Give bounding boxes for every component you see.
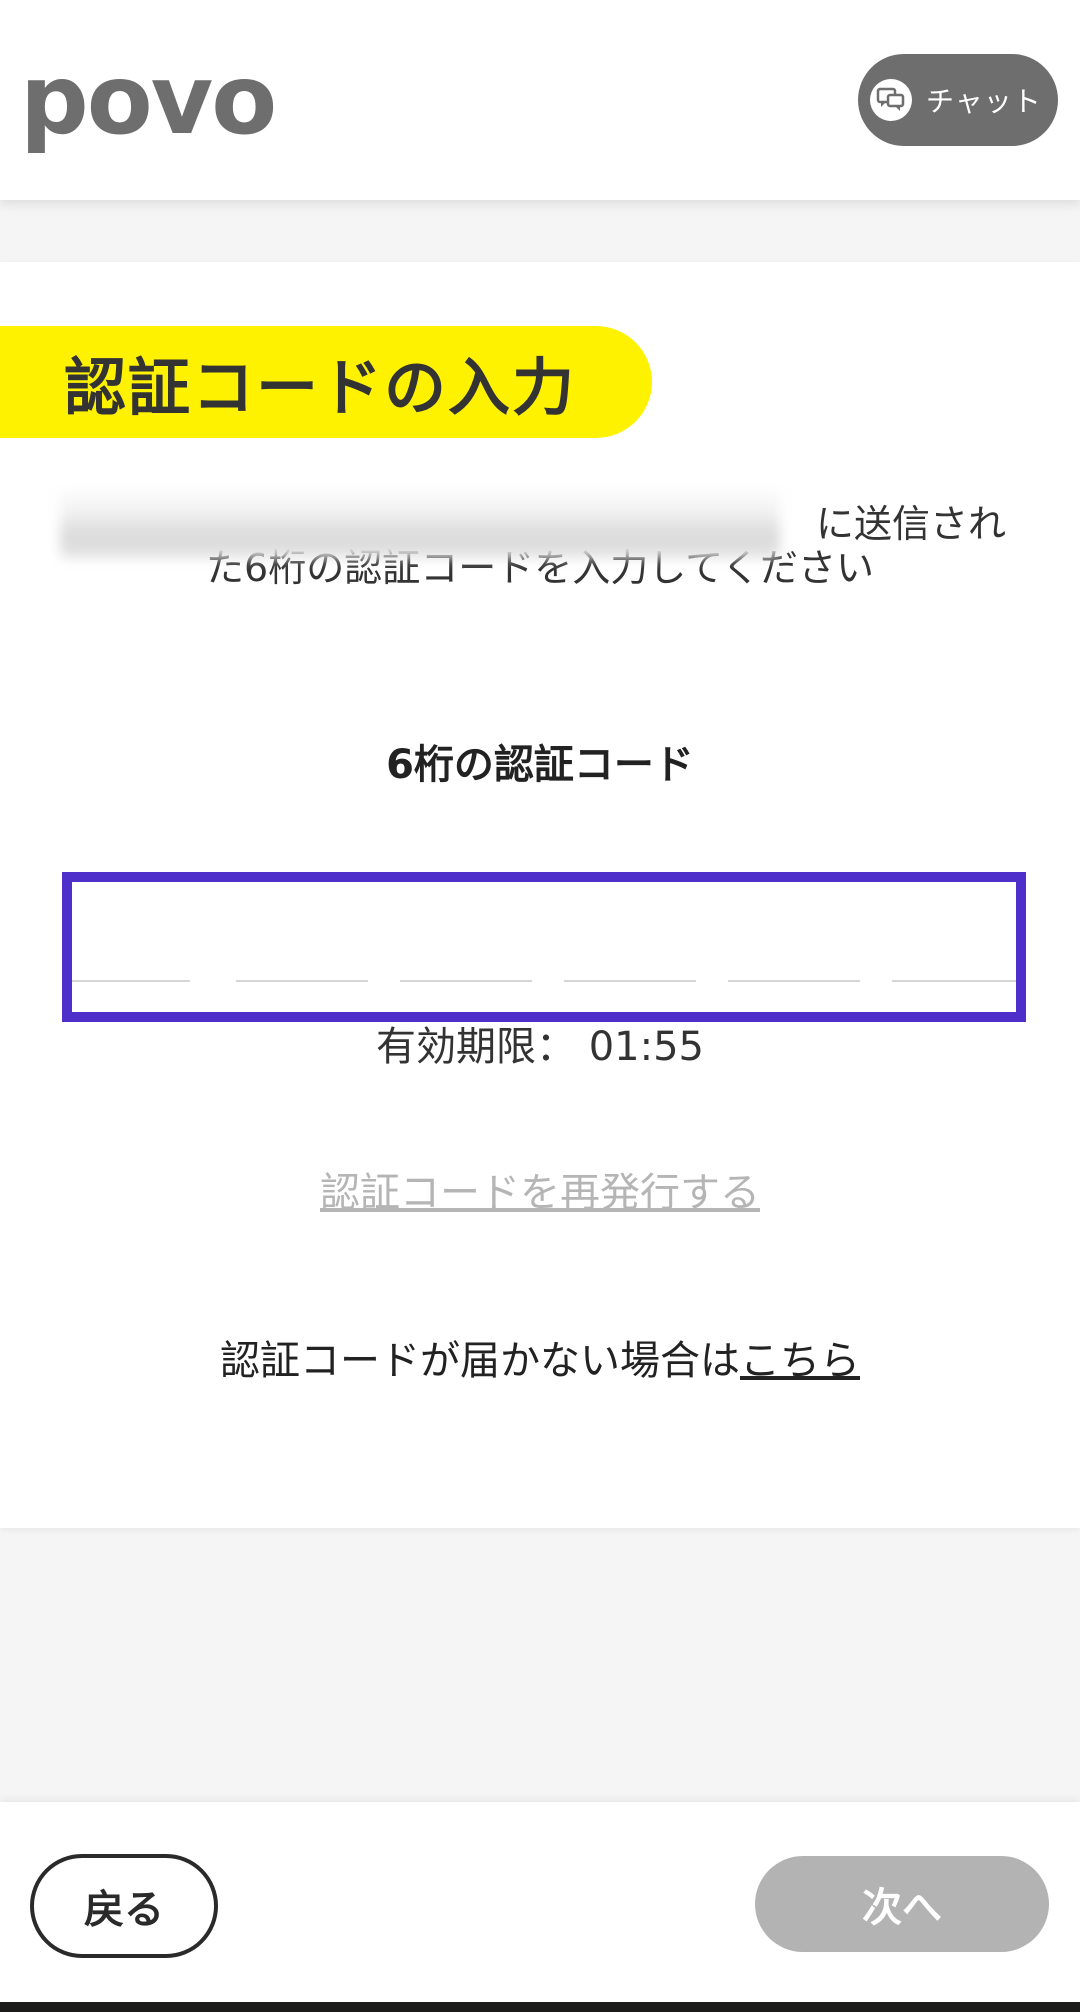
code-digit-2[interactable]	[236, 930, 368, 982]
povo-logo[interactable]: povo	[20, 50, 277, 150]
expiry-time: 01:55	[588, 1024, 704, 1070]
chat-button-label: チャット	[926, 85, 1042, 118]
expiry-timer: 有効期限： 01:55	[0, 1014, 1080, 1072]
code-digit-3[interactable]	[400, 930, 532, 982]
code-digit-5[interactable]	[728, 930, 860, 982]
system-navigation-bar	[0, 2002, 1080, 2012]
page-title: 認証コードの入力	[64, 351, 577, 424]
title-banner: 認証コードの入力	[0, 326, 652, 438]
code-digit-1[interactable]	[72, 930, 190, 982]
code-digit-4[interactable]	[564, 930, 696, 982]
back-button[interactable]: 戻る	[30, 1854, 218, 1958]
app-header: povo チャット	[0, 0, 1080, 200]
redacted-email-blur	[60, 484, 780, 558]
chat-bubble-icon	[870, 79, 912, 121]
next-button[interactable]: 次へ	[755, 1856, 1049, 1952]
verification-card: 認証コードの入力 に送信され た6桁の認証コードを入力してください 6桁の認証コ…	[0, 262, 1080, 1528]
help-text: 認証コードが届かない場合はこちら	[0, 1328, 1080, 1386]
help-link[interactable]: こちら	[740, 1338, 860, 1384]
footer-bar: 戻る 次へ	[0, 1802, 1080, 2002]
help-prefix: 認証コードが届かない場合は	[220, 1338, 740, 1384]
expiry-label: 有効期限：	[376, 1024, 576, 1070]
chat-button[interactable]: チャット	[858, 54, 1058, 146]
reissue-code-link[interactable]: 認証コードを再発行する	[320, 1170, 760, 1216]
code-label: 6桁の認証コード	[386, 742, 694, 788]
code-input-group[interactable]	[62, 872, 1026, 1022]
reissue-section: 認証コードを再発行する	[0, 1160, 1080, 1218]
code-digit-6[interactable]	[892, 930, 1016, 982]
